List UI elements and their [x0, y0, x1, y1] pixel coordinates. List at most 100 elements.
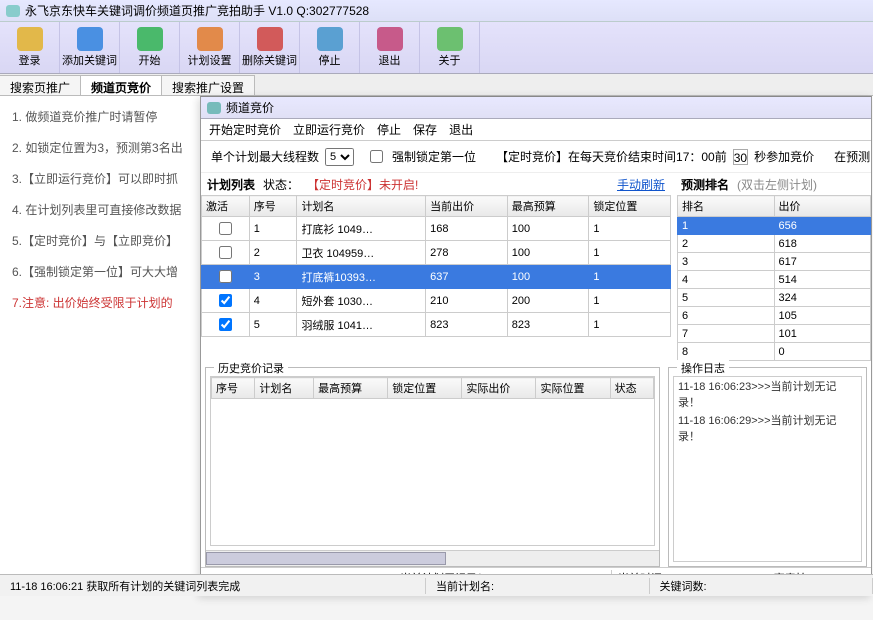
- toolbar-label: 删除关键词: [242, 52, 297, 68]
- app-status-mid: 当前计划名:: [426, 578, 650, 594]
- toolbar-delete-keyword[interactable]: 删除关键词: [240, 22, 300, 73]
- login-icon: [17, 27, 43, 51]
- plan-list-title: 计划列表: [207, 176, 255, 193]
- rank-row[interactable]: 1656: [678, 217, 871, 235]
- mid-area: 计划列表 状态： 【定时竞价】未开启! 手动刷新 激活序号计划名当前出价最高预算…: [201, 173, 871, 361]
- history-col[interactable]: 锁定位置: [388, 378, 462, 399]
- dialog-menu: 开始定时竞价立即运行竞价停止保存退出: [201, 119, 871, 141]
- plan-row[interactable]: 1打底衫 1049…1681001: [202, 217, 671, 241]
- main-tab-0[interactable]: 搜索页推广: [0, 75, 81, 95]
- history-col[interactable]: 最高预算: [314, 378, 388, 399]
- toolbar-add-keyword[interactable]: 添加关键词: [60, 22, 120, 73]
- toolbar-label: 退出: [379, 52, 401, 68]
- seconds-after-label: 秒参加竞价: [754, 148, 814, 165]
- manual-refresh-link[interactable]: 手动刷新: [617, 176, 665, 193]
- rank-row[interactable]: 3617: [678, 253, 871, 271]
- title-bar: 永飞京东快车关键词调价频道页推广竞拍助手 V1.0 Q:302777528: [0, 0, 873, 22]
- note-1: 1. 做频道竞价推广时请暂停: [12, 108, 192, 125]
- rank-col[interactable]: 排名: [678, 196, 775, 217]
- plan-col[interactable]: 锁定位置: [589, 196, 671, 217]
- plan-status-label: 状态：: [263, 176, 299, 193]
- main-tabs: 搜索页推广频道页竞价搜索推广设置: [0, 74, 873, 96]
- plan-col[interactable]: 序号: [249, 196, 297, 217]
- rank-row[interactable]: 7101: [678, 325, 871, 343]
- main-toolbar: 登录 添加关键词开始 计划设置删除关键词 停止 退出 关于: [0, 22, 873, 74]
- plan-row[interactable]: 3打底裤10393…6371001: [202, 265, 671, 289]
- menu-item-1[interactable]: 立即运行竞价: [293, 121, 365, 138]
- toolbar-stop[interactable]: 停止: [300, 22, 360, 73]
- notes-pane: 1. 做频道竞价推广时请暂停2. 如锁定位置为3，预测第3名出3.【立即运行竞价…: [0, 96, 200, 566]
- menu-item-4[interactable]: 退出: [449, 121, 473, 138]
- toolbar-label: 开始: [139, 52, 161, 68]
- main-tab-1[interactable]: 频道页竞价: [80, 75, 162, 95]
- note-2: 2. 如锁定位置为3，预测第3名出: [12, 139, 192, 156]
- plan-col[interactable]: 当前出价: [426, 196, 508, 217]
- history-col[interactable]: 计划名: [255, 378, 314, 399]
- start-icon: [137, 27, 163, 51]
- rank-row[interactable]: 4514: [678, 271, 871, 289]
- toolbar-plan-settings[interactable]: 计划设置: [180, 22, 240, 73]
- toolbar-login[interactable]: 登录: [0, 22, 60, 73]
- plan-activate-checkbox[interactable]: [219, 246, 232, 259]
- threads-label: 单个计划最大线程数: [211, 148, 319, 165]
- history-col[interactable]: 实际出价: [462, 378, 536, 399]
- log-title: 操作日志: [677, 360, 729, 376]
- plan-table[interactable]: 激活序号计划名当前出价最高预算锁定位置 1打底衫 1049…16810012卫衣…: [201, 195, 671, 337]
- rank-header: 预测排名 (双击左侧计划): [677, 173, 871, 195]
- force-first-checkbox[interactable]: [370, 150, 383, 163]
- plan-row[interactable]: 4短外套 1030…2102001: [202, 289, 671, 313]
- add-keyword-icon: [77, 27, 103, 51]
- plan-box: 计划列表 状态： 【定时竞价】未开启! 手动刷新 激活序号计划名当前出价最高预算…: [201, 173, 671, 361]
- toolbar-label: 登录: [19, 52, 41, 68]
- rank-hint: (双击左侧计划): [737, 176, 817, 193]
- history-col[interactable]: 状态: [610, 378, 653, 399]
- app-title: 永飞京东快车关键词调价频道页推广竞拍助手 V1.0 Q:302777528: [25, 2, 369, 19]
- history-group: 历史竞价记录 序号计划名最高预算锁定位置实际出价实际位置状态: [205, 367, 660, 567]
- rank-title: 预测排名: [681, 176, 729, 193]
- menu-item-0[interactable]: 开始定时竞价: [209, 121, 281, 138]
- channel-bid-dialog: 频道竞价 开始定时竞价立即运行竞价停止保存退出 单个计划最大线程数 5 强制锁定…: [200, 96, 872, 596]
- toolbar-label: 停止: [319, 52, 341, 68]
- history-scrollbar[interactable]: [206, 550, 659, 566]
- app-status-right: 关键词数:: [650, 578, 873, 594]
- rank-box: 预测排名 (双击左侧计划) 排名出价 165626183617451453246…: [677, 173, 871, 361]
- history-panel[interactable]: 序号计划名最高预算锁定位置实际出价实际位置状态: [210, 376, 655, 546]
- plan-row[interactable]: 2卫衣 104959…2781001: [202, 241, 671, 265]
- plan-activate-checkbox[interactable]: [219, 270, 232, 283]
- threads-select[interactable]: 5: [325, 148, 354, 166]
- log-group: 操作日志 11-18 16:06:23>>>当前计划无记录！11-18 16:0…: [668, 367, 867, 567]
- body: 1. 做频道竞价推广时请暂停2. 如锁定位置为3，预测第3名出3.【立即运行竞价…: [0, 96, 873, 596]
- rank-row[interactable]: 2618: [678, 235, 871, 253]
- stop-icon: [317, 27, 343, 51]
- toolbar-label: 计划设置: [188, 52, 232, 68]
- main-tab-2[interactable]: 搜索推广设置: [161, 75, 255, 95]
- toolbar-exit[interactable]: 退出: [360, 22, 420, 73]
- plan-activate-checkbox[interactable]: [219, 318, 232, 331]
- plan-activate-checkbox[interactable]: [219, 222, 232, 235]
- plan-col[interactable]: 最高预算: [507, 196, 589, 217]
- rank-row[interactable]: 5324: [678, 289, 871, 307]
- menu-item-2[interactable]: 停止: [377, 121, 401, 138]
- menu-item-3[interactable]: 保存: [413, 121, 437, 138]
- lower-area: 历史竞价记录 序号计划名最高预算锁定位置实际出价实际位置状态 操作日志 11-1…: [201, 367, 871, 567]
- note-7: 7.注意: 出价始终受限于计划的: [12, 294, 192, 311]
- history-col[interactable]: 实际位置: [536, 378, 610, 399]
- plan-activate-checkbox[interactable]: [219, 294, 232, 307]
- log-panel[interactable]: 11-18 16:06:23>>>当前计划无记录！11-18 16:06:29>…: [673, 376, 862, 562]
- history-col[interactable]: 序号: [212, 378, 255, 399]
- rank-col[interactable]: 出价: [774, 196, 871, 217]
- rank-table[interactable]: 排名出价 165626183617451453246105710180: [677, 195, 871, 361]
- timed-label: 【定时竞价】在每天竞价结束时间17：00前: [496, 148, 727, 165]
- plan-row[interactable]: 5羽绒服 1041…8238231: [202, 313, 671, 337]
- plan-col[interactable]: 激活: [202, 196, 250, 217]
- rank-row[interactable]: 6105: [678, 307, 871, 325]
- seconds-input[interactable]: 30: [733, 149, 748, 165]
- note-6: 6.【强制锁定第一位】可大大增: [12, 263, 192, 280]
- plan-header: 计划列表 状态： 【定时竞价】未开启! 手动刷新: [201, 173, 671, 195]
- plan-col[interactable]: 计划名: [297, 196, 426, 217]
- dialog-title-bar: 频道竞价: [201, 97, 871, 119]
- toolbar-about[interactable]: 关于: [420, 22, 480, 73]
- toolbar-start[interactable]: 开始: [120, 22, 180, 73]
- tail-label: 在预测出价基础: [834, 148, 871, 165]
- rank-row[interactable]: 80: [678, 343, 871, 361]
